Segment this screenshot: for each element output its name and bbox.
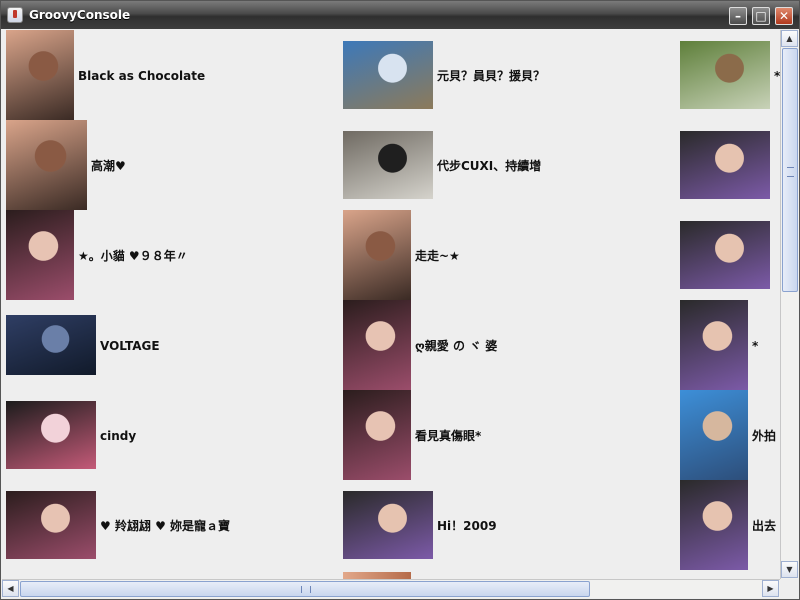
list-item[interactable]: 高潮♥ [6, 120, 336, 210]
list-item[interactable] [680, 210, 780, 300]
list-item[interactable]: ★。小貓 ♥９８年〃 [6, 210, 336, 300]
list-item[interactable]: 看見真傷眼* [343, 390, 673, 480]
item-label: cindy [100, 429, 137, 443]
item-label: * [752, 339, 759, 353]
beach-photo-icon [343, 41, 433, 109]
scroll-corner [780, 579, 799, 598]
item-label: 元貝？員貝？援貝？ [437, 69, 546, 83]
list-item[interactable]: 走走~★ [343, 210, 673, 300]
item-label: 高潮♥ [91, 159, 126, 173]
photo-thumbnail-partial [343, 572, 411, 579]
horizontal-scroll-thumb[interactable] [20, 581, 590, 597]
item-label: 走走~★ [415, 249, 460, 263]
list-item[interactable] [680, 120, 780, 210]
nails-photo-icon [6, 401, 96, 469]
item-label: ♥ 羚翃翃 ♥ 妳是寵ａ寶 [100, 519, 231, 533]
friends-photo-icon [680, 221, 770, 289]
list-item[interactable]: * [680, 300, 780, 390]
item-label: Hi！2009 [437, 519, 497, 533]
list-item[interactable]: ♥ 羚翃翃 ♥ 妳是寵ａ寶 [6, 480, 336, 570]
title-bar[interactable]: GroovyConsole – □ ✕ [1, 1, 799, 29]
friends-photo-icon [680, 131, 770, 199]
scroll-up-button[interactable]: ▲ [781, 30, 798, 47]
item-label: 代步CUXI、持續增 [437, 159, 542, 173]
maximize-button[interactable]: □ [752, 7, 770, 25]
scroll-left-button[interactable]: ◀ [2, 580, 19, 597]
portrait-girl-icon [6, 210, 74, 300]
list-item[interactable]: cindy [6, 390, 336, 480]
list-item[interactable]: ღ親愛 の ヾ 婆 [343, 300, 673, 390]
close-button[interactable]: ✕ [775, 7, 793, 25]
grip-icon [301, 586, 311, 593]
list-item[interactable]: Black as Chocolate [6, 30, 336, 120]
list-item[interactable]: 出去 [680, 480, 780, 570]
portrait-girl-icon [343, 300, 411, 390]
scroll-down-button[interactable]: ▼ [781, 561, 798, 578]
friends-photo-icon [343, 491, 433, 559]
app-window: GroovyConsole – □ ✕ Black as Chocolate 元貝… [0, 0, 800, 600]
portrait-woman-icon [6, 30, 74, 120]
list-item[interactable]: 外拍 [680, 390, 780, 480]
window-title: GroovyConsole [29, 8, 131, 22]
list-item[interactable]: Hi！2009 [343, 480, 673, 570]
java-app-icon [7, 7, 23, 23]
item-label: 看見真傷眼* [415, 429, 482, 443]
scooters-photo-icon [343, 131, 433, 199]
slide-photo-icon [680, 390, 748, 480]
portrait-girl-icon [6, 491, 96, 559]
minimize-button[interactable]: – [729, 7, 747, 25]
item-label: ღ親愛 の ヾ 婆 [415, 339, 498, 353]
portrait-woman-icon [343, 210, 411, 300]
field-photo-icon [680, 41, 770, 109]
item-label: VOLTAGE [100, 339, 160, 353]
item-label: 出去 [752, 519, 777, 533]
jeans-photo-icon [6, 315, 96, 375]
list-item[interactable]: * [680, 30, 780, 120]
item-label: 外拍 [752, 429, 777, 443]
item-label: Black as Chocolate [78, 69, 206, 83]
portrait-girl-icon [343, 390, 411, 480]
photo-grid: Black as Chocolate 元貝？員貝？援貝？ * 高潮♥ 代步CUXI、持續… [2, 30, 780, 579]
item-label: ★。小貓 ♥９８年〃 [78, 249, 188, 263]
friends-photo-icon [680, 480, 748, 570]
list-item[interactable]: VOLTAGE [6, 300, 336, 390]
list-item[interactable]: 代步CUXI、持續增 [343, 120, 673, 210]
vertical-scrollbar[interactable]: ▲ ▼ [780, 30, 799, 579]
grip-icon [787, 167, 794, 177]
scroll-right-button[interactable]: ▶ [762, 580, 779, 597]
friends-photo-icon [680, 300, 748, 390]
horizontal-scrollbar[interactable]: ◀ ▶ [2, 579, 780, 598]
vertical-scroll-thumb[interactable] [782, 48, 798, 292]
list-item[interactable]: 元貝？員貝？援貝？ [343, 30, 673, 120]
portrait-woman-icon [6, 120, 87, 210]
